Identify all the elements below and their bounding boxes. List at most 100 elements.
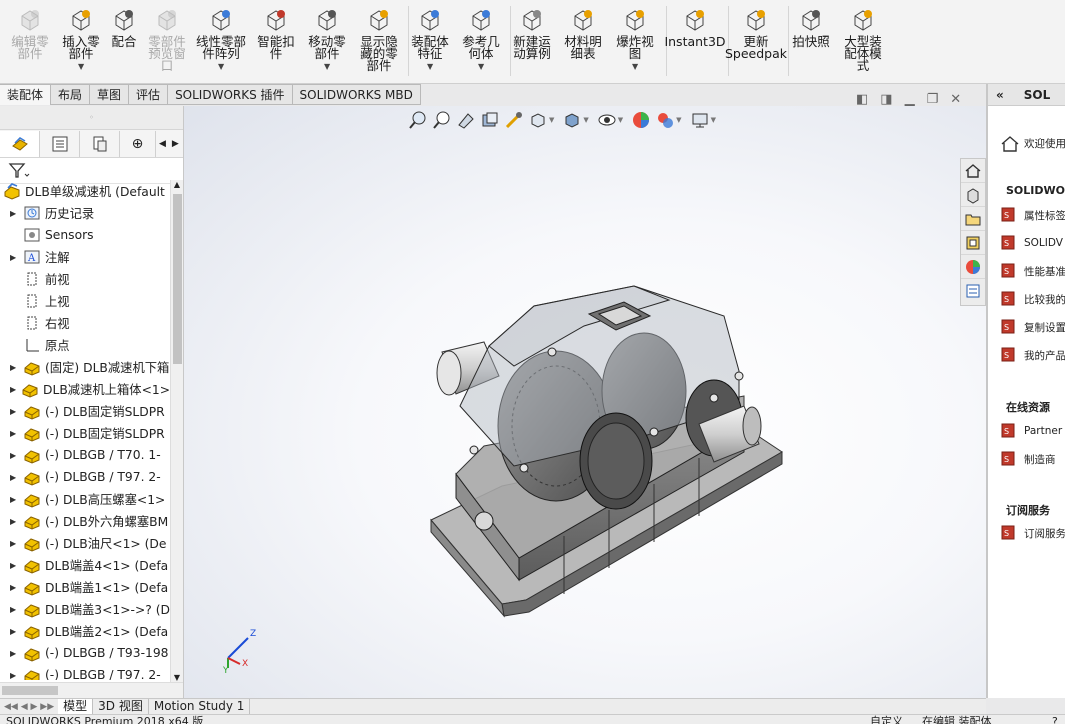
expand-arrow-icon[interactable]: ▶ [10, 407, 20, 416]
zoom-to-fit-icon[interactable] [408, 110, 428, 130]
graphics-area[interactable]: ▼ ▼ ▼ ▼ ▼ Z Y X [184, 106, 986, 698]
minimize-icon[interactable]: ▁ [905, 92, 915, 107]
expand-arrow-icon[interactable]: ▶ [10, 385, 18, 394]
gearbox-model[interactable] [184, 106, 986, 698]
hscroll-thumb[interactable] [2, 686, 58, 695]
edit-appearance-icon[interactable] [631, 110, 651, 130]
expand-arrow-icon[interactable]: ▶ [10, 627, 20, 636]
tree-item[interactable]: ▶ (-) DLBGB / T93-198 [0, 642, 170, 664]
asmfeat-button[interactable]: 装配体 特征 ▼ [404, 0, 456, 82]
tree-item[interactable]: ▶ (-) DLB高压螺塞<1> [0, 488, 170, 510]
tree-vertical-scrollbar[interactable]: ▲ ▼ [170, 180, 183, 682]
instant-button[interactable]: Instant3D [664, 0, 726, 82]
tab-4[interactable]: SOLIDWORKS 插件 [168, 84, 293, 105]
tab-5[interactable]: SOLIDWORKS MBD [292, 84, 421, 105]
mate-button[interactable]: 配合 [104, 0, 144, 82]
restore-icon[interactable]: ❐ [927, 92, 939, 107]
expand-arrow-icon[interactable]: ▶ [10, 209, 20, 218]
tab-0[interactable]: 装配体 [0, 84, 52, 105]
apply-scene-icon[interactable] [655, 110, 675, 130]
expand-arrow-icon[interactable]: ▶ [10, 517, 20, 526]
display-style-icon[interactable] [562, 110, 582, 130]
dropdown-icon[interactable]: ▼ [549, 116, 554, 124]
home-tab[interactable] [961, 159, 985, 183]
expand-arrow-icon[interactable]: ▶ [10, 671, 20, 680]
dropdown-icon[interactable]: ▼ [427, 61, 433, 73]
tab-1[interactable]: 布局 [51, 84, 91, 105]
dropdown-icon[interactable]: ▼ [711, 116, 716, 124]
tree-item[interactable]: ▶ (-) DLB油尺<1> (De [0, 532, 170, 554]
expand-arrow-icon[interactable]: ▶ [10, 649, 20, 658]
tab-nav-icon[interactable]: ◀◀ ◀ ▶ ▶▶ [0, 702, 58, 712]
tree-item[interactable]: ▶ DLB减速机上箱体<1> [0, 378, 170, 400]
tree-item[interactable]: 原点 [0, 334, 170, 356]
collapse-pane-icon[interactable]: « [996, 88, 1004, 102]
tree-horizontal-scrollbar[interactable] [0, 682, 183, 698]
edit-button[interactable]: 编辑零 部件 [6, 0, 54, 82]
solidworks-resource-link[interactable]: S 复制设置 [1000, 318, 1065, 336]
tile-left-icon[interactable]: ◧ [856, 92, 868, 107]
tree-item[interactable]: ▶ (-) DLB固定销SLDPR [0, 400, 170, 422]
dim-xpert-tab[interactable]: ⊕ [120, 130, 156, 157]
appearances-tab[interactable] [961, 255, 985, 279]
design-library-tab[interactable] [961, 183, 985, 207]
expand-arrow-icon[interactable]: ▶ [10, 539, 20, 548]
online-resource-link[interactable]: S Partner [1000, 422, 1062, 440]
panel-grip[interactable]: ◦ [0, 106, 183, 130]
solidworks-resource-link[interactable]: S 属性标签 [1000, 206, 1065, 224]
tree-item[interactable]: ▶ 历史记录 [0, 202, 170, 224]
move-button[interactable]: 移动零 部件 ▼ [300, 0, 354, 82]
tab-scroll-left-icon[interactable]: ◀ [156, 139, 169, 149]
property-manager-tab[interactable] [40, 130, 80, 157]
scroll-down-icon[interactable]: ▼ [171, 673, 183, 682]
dropdown-icon[interactable]: ▼ [78, 61, 84, 73]
expand-arrow-icon[interactable]: ▶ [10, 605, 20, 614]
explode-button[interactable]: 爆炸视 图 ▼ [606, 0, 664, 82]
dropdown-icon[interactable]: ▼ [632, 61, 638, 73]
large-button[interactable]: 大型装 配体模 式 [834, 0, 892, 82]
tree-item[interactable]: 右视 [0, 312, 170, 334]
solidworks-resource-link[interactable]: S SOLIDV [1000, 234, 1063, 252]
tree-item[interactable]: ▶ (-) DLBGB / T70. 1- [0, 444, 170, 466]
expand-arrow-icon[interactable]: ▶ [10, 253, 20, 262]
snapshot-button[interactable]: 拍快照 [788, 0, 834, 82]
zoom-to-area-icon[interactable] [432, 110, 452, 130]
status-custom[interactable]: 自定义 [870, 715, 903, 724]
tree-root-assembly[interactable]: DLB单级减速机 (Default [0, 180, 170, 202]
subscription-link[interactable]: S 订阅服务 [1000, 524, 1065, 542]
scroll-up-icon[interactable]: ▲ [171, 180, 183, 190]
close-icon[interactable]: ✕ [950, 92, 961, 107]
expand-arrow-icon[interactable]: ▶ [10, 495, 20, 504]
show-button[interactable]: 显示隐 藏的零 部件 [352, 0, 406, 82]
tree-item[interactable]: ▶ DLB端盖2<1> (Defa [0, 620, 170, 642]
view-settings-icon[interactable] [690, 110, 710, 130]
custom-properties-tab[interactable] [961, 279, 985, 303]
tree-item[interactable]: 前视 [0, 268, 170, 290]
tree-item[interactable]: ▶ (-) DLBGB / T97. 2- [0, 664, 170, 680]
welcome-link[interactable]: 欢迎使用 [1000, 134, 1065, 152]
expand-arrow-icon[interactable]: ▶ [10, 561, 20, 570]
refgeo-button[interactable]: 参考几 何体 ▼ [454, 0, 508, 82]
solidworks-resource-link[interactable]: S 性能基准 [1000, 262, 1065, 280]
expand-arrow-icon[interactable]: ▶ [10, 451, 20, 460]
expand-arrow-icon[interactable]: ▶ [10, 429, 20, 438]
motion-button[interactable]: 新建运 动算例 [506, 0, 558, 82]
dropdown-icon[interactable]: ▼ [583, 116, 588, 124]
tree-item[interactable]: Sensors [0, 224, 170, 246]
model-tab-0[interactable]: 模型 [58, 698, 94, 715]
dropdown-icon[interactable]: ▼ [324, 61, 330, 73]
tree-item[interactable]: ▶ (-) DLB外六角螺塞BM [0, 510, 170, 532]
dropdown-icon[interactable]: ▼ [618, 116, 623, 124]
view-orientation-icon[interactable] [528, 110, 548, 130]
tree-item[interactable]: ▶ DLB端盖1<1> (Defa [0, 576, 170, 598]
expand-arrow-icon[interactable]: ▶ [10, 363, 20, 372]
pattern-button[interactable]: 线性零部 件阵列 ▼ [186, 0, 256, 82]
scroll-thumb[interactable] [173, 194, 182, 364]
file-explorer-tab[interactable] [961, 207, 985, 231]
dropdown-icon[interactable]: ▼ [478, 61, 484, 73]
tab-scroll-right-icon[interactable]: ▶ [169, 139, 182, 149]
smart-button[interactable]: 智能扣 件 [252, 0, 300, 82]
tile-right-icon[interactable]: ◨ [880, 92, 892, 107]
config-manager-tab[interactable] [80, 130, 120, 157]
tree-item[interactable]: ▶ DLB端盖4<1> (Defa [0, 554, 170, 576]
